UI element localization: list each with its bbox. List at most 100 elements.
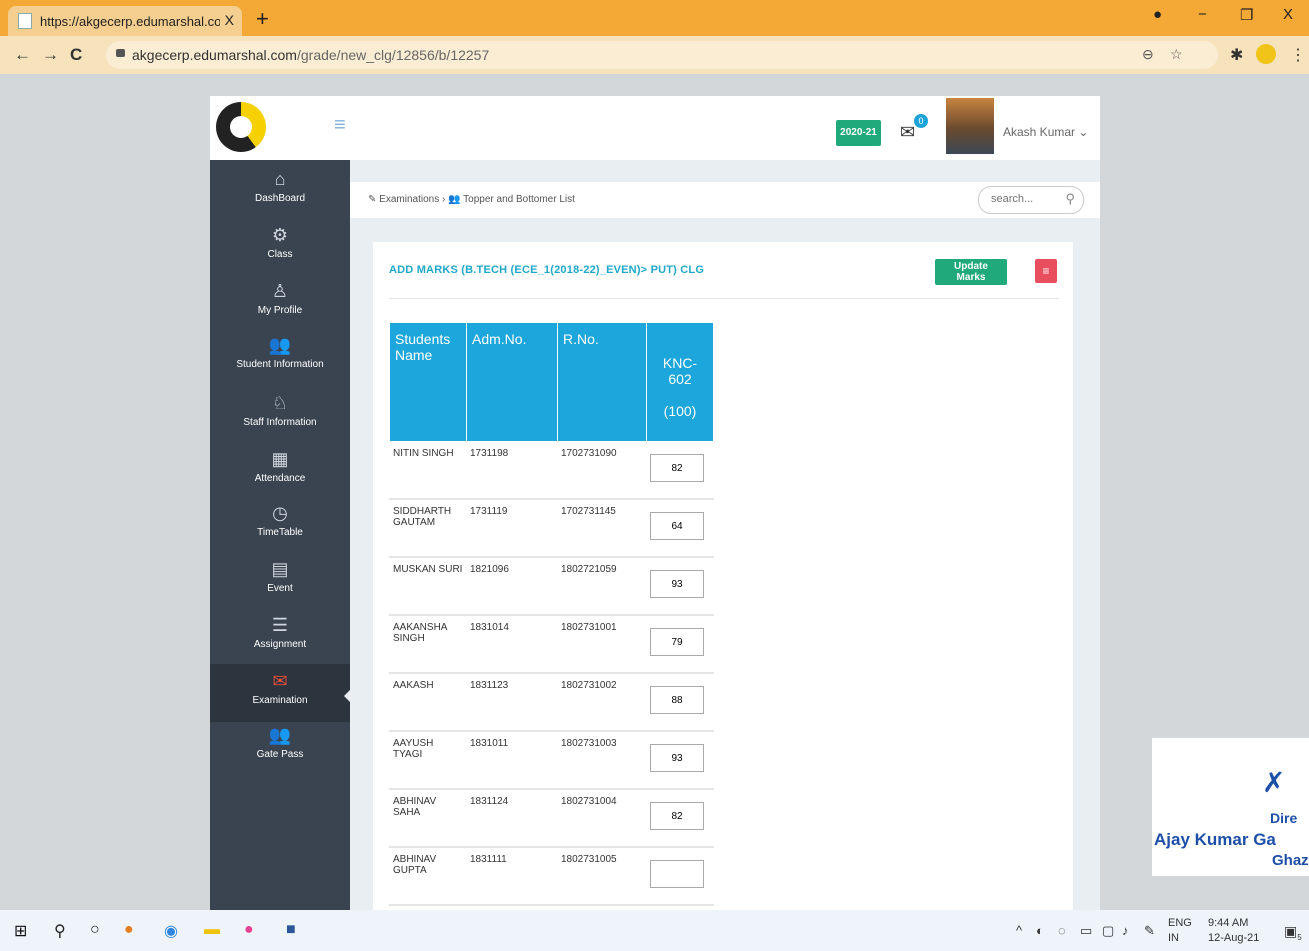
windows-taskbar: ⊞ ⚲ ○ ● ◉ ▬ ● ■ ^ ◐ ◌ ▭ ▢ ♪ ✎ ENG IN 9:44… <box>0 910 1309 951</box>
table-row: ABHINAV GUPTA 1831111 1802731005 <box>389 846 714 906</box>
marks-input[interactable] <box>650 570 704 598</box>
restore-button[interactable]: ❐ <box>1240 6 1253 24</box>
sidebar-item-my-profile[interactable]: ♙ My Profile <box>210 280 350 316</box>
gear-icon: ⚙ <box>271 225 289 245</box>
student-name: AAYUSH TYAGI <box>389 730 467 790</box>
users-icon: 👥 <box>268 335 292 355</box>
roll-no: 1802731005 <box>557 846 647 906</box>
gatepass-icon: 👥 <box>268 725 292 745</box>
search-box: ⚲ <box>978 186 1084 214</box>
cortana-icon[interactable]: ○ <box>90 921 100 939</box>
minimize-button[interactable]: − <box>1198 6 1207 23</box>
student-name: AAKANSHA SINGH <box>389 614 467 674</box>
table-row: AAKANSHA SINGH 1831014 1802731001 <box>389 614 714 674</box>
tray-chevron-icon[interactable]: ^ <box>1016 923 1022 938</box>
sidebar-item-assignment[interactable]: ☰ Assignment <box>210 614 350 650</box>
extensions-icon[interactable]: ✱ <box>1230 45 1243 65</box>
search-icon[interactable]: ⚲ <box>1065 191 1075 207</box>
tray-display-icon[interactable]: ▢ <box>1102 923 1114 939</box>
staff-icon: ♘ <box>271 393 289 413</box>
marks-input[interactable] <box>650 512 704 540</box>
adm-no: 1731198 <box>466 441 558 500</box>
roll-no: 1802721059 <box>557 556 647 616</box>
sidebar-item-staff-information[interactable]: ♘ Staff Information <box>210 392 350 428</box>
tray-apps-icon[interactable]: ◐ <box>1036 923 1044 938</box>
browser-kebab-icon[interactable]: ⋮ <box>1290 45 1306 65</box>
marks-table: Students Name Adm.No. R.No. KNC-602 (100)… <box>389 322 714 906</box>
clock-icon: ◷ <box>272 503 288 523</box>
update-marks-button[interactable]: Update Marks <box>935 259 1007 285</box>
divider <box>389 298 1059 299</box>
marks-input[interactable] <box>650 802 704 830</box>
column-header-name: Students Name <box>389 322 467 442</box>
home-icon: ⌂ <box>274 169 286 189</box>
bookmark-star-icon[interactable]: ☆ <box>1170 46 1183 63</box>
exam-icon: ✉ <box>272 671 288 691</box>
sidebar-item-attendance[interactable]: ▦ Attendance <box>210 448 350 484</box>
clock[interactable]: 9:44 AM 12-Aug-21 <box>1208 916 1259 946</box>
search-icon[interactable]: ⚲ <box>54 921 66 941</box>
options-menu-button[interactable]: ≡ <box>1035 259 1057 283</box>
file-explorer-icon[interactable]: ▬ <box>204 921 220 939</box>
adm-no: 1831011 <box>466 730 558 790</box>
notification-icon[interactable]: ▣5 <box>1284 923 1302 942</box>
sidebar-item-timetable[interactable]: ◷ TimeTable <box>210 502 350 538</box>
student-name: ABHINAV SAHA <box>389 788 467 848</box>
column-header-rno: R.No. <box>557 322 647 442</box>
new-tab-button[interactable]: + <box>256 6 269 32</box>
users-icon: 👥 <box>448 194 461 205</box>
academic-year-badge[interactable]: 2020-21 <box>836 120 881 146</box>
tray-battery-icon[interactable]: ▭ <box>1080 923 1092 939</box>
table-row: NITIN SINGH 1731198 1702731090 <box>389 441 714 500</box>
breadcrumb-examinations[interactable]: Examinations <box>379 194 439 205</box>
signature-mark-icon: ✗ <box>1262 767 1286 798</box>
sidebar-item-gate-pass[interactable]: 👥 Gate Pass <box>210 724 350 760</box>
browser-menu-icon[interactable]: ● <box>1153 6 1162 23</box>
sidebar-item-class[interactable]: ⚙ Class <box>210 224 350 260</box>
roll-no: 1802731003 <box>557 730 647 790</box>
marks-panel: ADD MARKS (B.TECH (ECE_1(2018-22)_EVEN)>… <box>373 242 1073 910</box>
sidebar-item-student-information[interactable]: 👥 Student Information <box>210 334 350 370</box>
table-row: SIDDHARTH GAUTAM 1731119 1702731145 <box>389 498 714 558</box>
sidebar-item-examination[interactable]: ✉ Examination <box>210 664 350 722</box>
marks-input[interactable] <box>650 686 704 714</box>
address-bar[interactable]: akgecerp.edumarshal.com/grade/new_clg/12… <box>106 41 1218 69</box>
marks-input[interactable] <box>650 744 704 772</box>
sidebar-item-event[interactable]: ▤ Event <box>210 558 350 594</box>
app-drop-icon[interactable]: ● <box>124 921 134 939</box>
mail-icon[interactable]: ✉ <box>900 122 915 143</box>
college-logo <box>216 102 266 152</box>
firefox-icon[interactable]: ● <box>244 921 254 939</box>
language-indicator[interactable]: ENG IN <box>1168 916 1192 946</box>
zoom-icon[interactable]: ⊖ <box>1142 46 1154 63</box>
hamburger-menu-icon[interactable]: ≡ <box>334 114 346 137</box>
browser-tab[interactable]: https://akgecerp.edumarshal.com X <box>8 6 242 36</box>
signature-line: Ghaz <box>1272 852 1309 869</box>
mail-count-badge: 0 <box>914 114 928 128</box>
reload-icon[interactable]: C <box>70 45 82 65</box>
breadcrumb-topper-list[interactable]: Topper and Bottomer List <box>463 194 575 205</box>
marks-input[interactable] <box>650 860 704 888</box>
sidebar-item-dashboard[interactable]: ⌂ DashBoard <box>210 168 350 204</box>
page-title: ADD MARKS (B.TECH (ECE_1(2018-22)_EVEN)>… <box>389 264 705 276</box>
tray-network-icon[interactable]: ◌ <box>1058 923 1066 938</box>
signature-stamp: ✗ Dire Ajay Kumar Ga Ghaz <box>1152 738 1309 876</box>
search-input[interactable] <box>989 192 1063 206</box>
browser-profile-icon[interactable] <box>1256 44 1276 64</box>
avatar[interactable] <box>946 98 994 154</box>
back-icon[interactable]: ← <box>14 45 31 65</box>
windows-start-icon[interactable]: ⊞ <box>14 921 27 941</box>
chrome-icon[interactable]: ◉ <box>164 921 178 941</box>
tab-close-button[interactable]: X <box>225 12 234 28</box>
volume-icon[interactable]: ♪ <box>1122 923 1129 938</box>
forward-icon[interactable]: → <box>42 45 59 65</box>
column-header-adm: Adm.No. <box>466 322 558 442</box>
signature-line: Dire <box>1270 810 1298 826</box>
word-icon[interactable]: ■ <box>286 921 296 939</box>
user-menu[interactable]: Akash Kumar ⌄ <box>1003 125 1088 139</box>
close-window-button[interactable]: X <box>1283 6 1293 23</box>
page-favicon-icon <box>18 13 32 29</box>
pen-icon[interactable]: ✎ <box>1144 923 1155 939</box>
marks-input[interactable] <box>650 628 704 656</box>
marks-input[interactable] <box>650 454 704 482</box>
